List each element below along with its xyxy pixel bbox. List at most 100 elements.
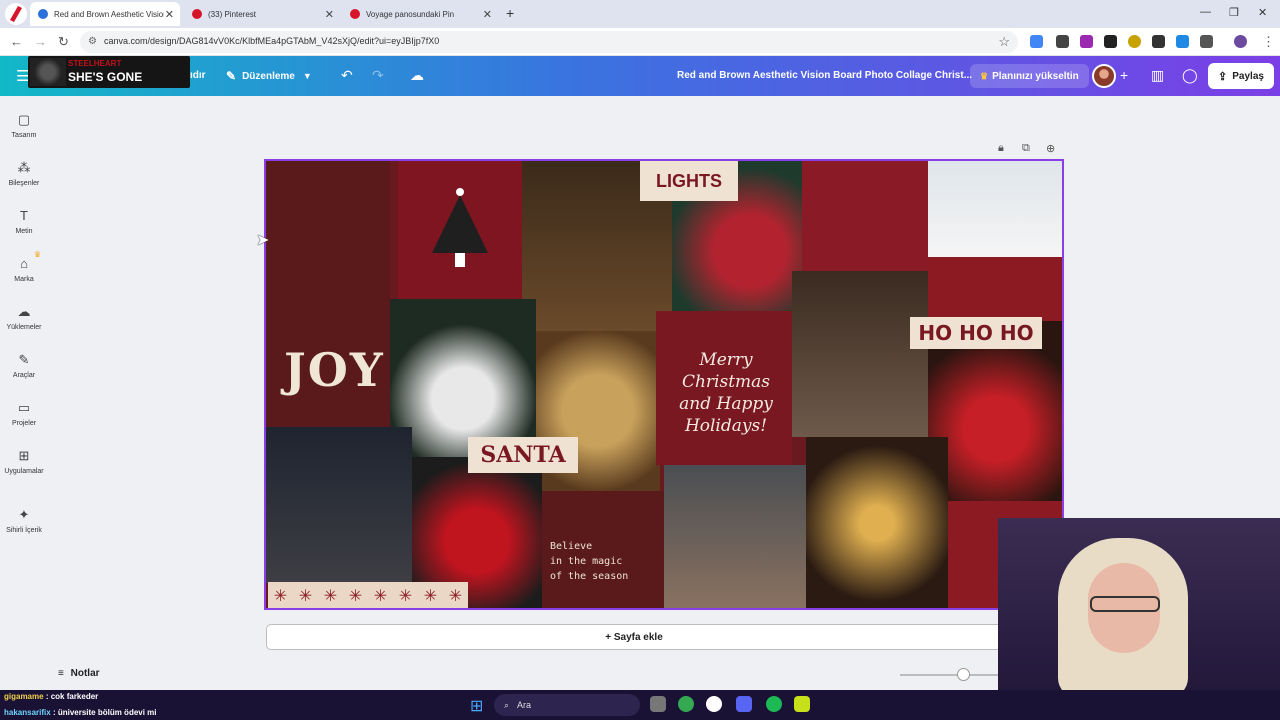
sidebar-item-elements[interactable]: ⁂ Bileşenler	[0, 160, 48, 187]
close-window-icon[interactable]: ✕	[1258, 6, 1267, 19]
sidebar-item-text[interactable]: T Metin	[0, 208, 48, 235]
cloud-save-icon[interactable]: ☁	[410, 67, 424, 84]
believe-line: Believe	[550, 541, 593, 552]
undo-icon[interactable]: ↶	[341, 67, 353, 84]
add-collaborator-icon[interactable]: +	[1120, 67, 1128, 83]
chat-text: : üniversite bölüm ödevi mi	[52, 708, 157, 717]
taskbar-search[interactable]: ⌕ Ara	[494, 694, 640, 716]
tab-pinterest[interactable]: (33) Pinterest ✕	[184, 2, 340, 26]
zoom-slider-handle[interactable]	[957, 668, 970, 681]
discord-icon[interactable]	[736, 696, 752, 712]
now-playing-song: SHE'S GONE	[68, 70, 143, 84]
notes-button[interactable]: ≡ Notlar	[58, 668, 100, 679]
zoom-slider[interactable]	[900, 674, 1000, 676]
now-playing-artist: STEELHEART	[68, 59, 122, 68]
left-sidebar: ▢ Tasarım ⁂ Bileşenler T Metin ♛ ⌂ Marka…	[0, 96, 48, 690]
webcam-overlay	[998, 518, 1280, 693]
extension-icon[interactable]	[1152, 35, 1165, 48]
comment-icon[interactable]: ◯	[1182, 67, 1198, 84]
pencil-icon: ✎	[226, 69, 237, 83]
sidebar-item-design[interactable]: ▢ Tasarım	[0, 112, 48, 139]
document-title[interactable]: Red and Brown Aesthetic Vision Board Pho…	[677, 70, 972, 81]
url-field[interactable]: ⚙ canva.com/design/DAG814vV0Kc/KlbfMEa4p…	[80, 31, 1018, 53]
browser-tab-strip: Red and Brown Aesthetic Vision ✕ (33) Pi…	[0, 0, 1280, 28]
close-tab-icon[interactable]: ✕	[165, 8, 174, 21]
photo-tile[interactable]	[664, 465, 806, 608]
mouse-cursor-icon: ➤	[256, 232, 270, 249]
extension-icon[interactable]	[1104, 35, 1117, 48]
pinterest-favicon-icon	[350, 9, 360, 19]
file-explorer-icon[interactable]	[650, 696, 666, 712]
close-tab-icon[interactable]: ✕	[325, 8, 334, 21]
merry-line: Holidays!	[684, 416, 768, 436]
share-button[interactable]: ⇪ Paylaş	[1208, 63, 1274, 89]
tab-voyage-pin[interactable]: Voyage panosundaki Pin ✕	[342, 2, 498, 26]
snowflake-border[interactable]: ✳ ✳ ✳ ✳ ✳ ✳ ✳ ✳	[268, 582, 468, 608]
sidebar-item-tools[interactable]: ✎ Araçlar	[0, 352, 48, 379]
sidebar-item-label: Marka	[14, 276, 34, 283]
sidebar-item-brand[interactable]: ♛ ⌂ Marka	[0, 250, 48, 283]
redo-icon[interactable]: ↷	[372, 67, 384, 84]
site-info-icon[interactable]: ⚙	[88, 36, 97, 47]
new-tab-icon[interactable]: +	[506, 5, 514, 21]
sidebar-item-uploads[interactable]: ☁ Yüklemeler	[0, 304, 48, 331]
windows-start-icon[interactable]: ⊞	[470, 696, 483, 716]
snowflake-icon: ✳	[448, 588, 463, 605]
avatar[interactable]	[1092, 64, 1116, 88]
joy-text[interactable]: JOY	[284, 343, 385, 397]
photo-tile[interactable]	[928, 161, 1062, 321]
bookmark-star-icon[interactable]: ☆	[998, 34, 1010, 50]
chrome-icon[interactable]	[678, 696, 694, 712]
add-page-button[interactable]: + Sayfa ekle	[266, 624, 1002, 650]
lights-label[interactable]: LIGHTS	[640, 161, 738, 201]
extension-icon[interactable]	[1056, 35, 1069, 48]
minimize-icon[interactable]: —	[1200, 6, 1211, 18]
edit-mode-button[interactable]: ✎ Düzenleme ▼	[226, 66, 312, 86]
photo-tile[interactable]	[792, 271, 928, 437]
forward-icon[interactable]: →	[34, 34, 47, 49]
maximize-icon[interactable]: ❐	[1229, 6, 1239, 19]
snowflake-icon: ✳	[423, 588, 438, 605]
santa-label[interactable]: SANTA	[468, 437, 578, 473]
magic-icon: ✦	[18, 507, 30, 522]
believe-line: in the magic	[550, 556, 623, 567]
tab-canva[interactable]: Red and Brown Aesthetic Vision ✕	[30, 2, 180, 26]
insights-icon[interactable]: ▥	[1151, 67, 1164, 84]
now-playing-widget: STEELHEART SHE'S GONE	[28, 56, 190, 88]
extension-icon[interactable]	[1176, 35, 1189, 48]
edit-mode-label: Düzenleme	[242, 70, 295, 82]
photo-tile[interactable]	[802, 161, 928, 271]
reload-icon[interactable]: ↻	[58, 34, 69, 50]
spotify-icon[interactable]	[766, 696, 782, 712]
close-tab-icon[interactable]: ✕	[483, 8, 492, 21]
upgrade-plan-button[interactable]: ♛ Planınızı yükseltin	[970, 64, 1089, 88]
add-page-icon[interactable]: ⊕	[1046, 142, 1055, 155]
sidebar-item-magic[interactable]: ✦ Sihirli İçerik	[0, 507, 48, 534]
merry-christmas-text[interactable]: Merry Christmas and Happy Holidays!	[664, 349, 788, 437]
sidebar-item-apps[interactable]: ⊞ Uygulamalar	[0, 448, 48, 475]
sidebar-item-projects[interactable]: ▭ Projeler	[0, 400, 48, 427]
tree-tile[interactable]	[398, 161, 522, 299]
profile-avatar-icon[interactable]	[1234, 35, 1247, 48]
hohoho-label[interactable]: HO HO HO	[910, 317, 1042, 349]
puzzle-icon[interactable]	[1200, 35, 1213, 48]
chat-message: gigamame : cok farkeder	[4, 692, 98, 701]
extension-icon[interactable]	[1080, 35, 1093, 48]
extension-icon[interactable]	[1128, 35, 1141, 48]
lock-page-icon[interactable]: 🔒︎	[998, 142, 1004, 155]
draw-icon: ✎	[18, 352, 30, 367]
design-canvas[interactable]: LIGHTS HO HO HO SANTA JOY Merry Christma…	[264, 159, 1064, 610]
translate-icon[interactable]	[1030, 35, 1043, 48]
github-icon[interactable]	[706, 696, 722, 712]
browser-logo-icon	[5, 3, 27, 25]
live-app-icon[interactable]	[794, 696, 810, 712]
browser-menu-icon[interactable]: ⋮	[1262, 34, 1275, 50]
believe-text[interactable]: Believe in the magic of the season	[550, 539, 628, 584]
search-icon: ⌕	[504, 699, 510, 710]
photo-tile[interactable]	[266, 427, 412, 583]
back-icon[interactable]: ←	[10, 34, 23, 49]
merry-line: Christmas	[681, 372, 771, 392]
photo-tile[interactable]	[806, 437, 948, 608]
resize-button[interactable]: ıdır	[190, 70, 206, 81]
duplicate-page-icon[interactable]: ⧉	[1022, 142, 1030, 155]
